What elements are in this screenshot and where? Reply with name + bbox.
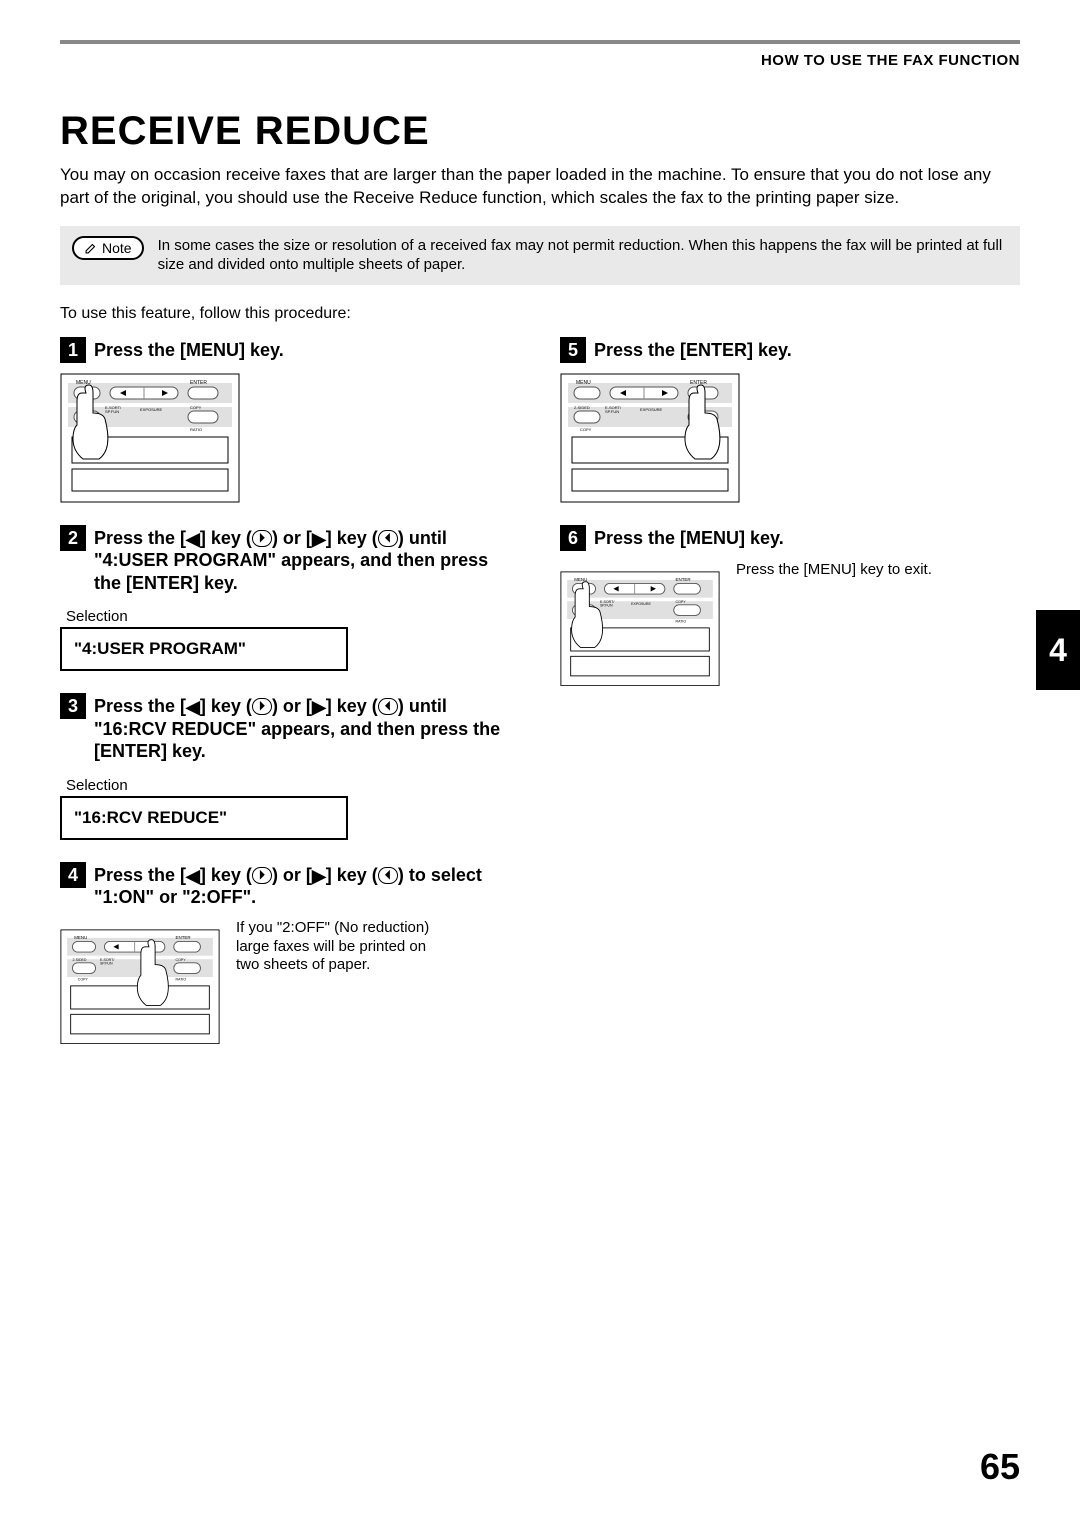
step-number: 4 [60,862,86,888]
step-title: Press the [◀] key (⏵) or [▶] key (⏴) unt… [94,525,520,595]
svg-text:EXPOSURE: EXPOSURE [640,407,663,412]
step-number: 5 [560,337,586,363]
right-column: 5 Press the [ENTER] key. MENU ENT [560,337,1020,1067]
svg-text:COPY: COPY [176,958,187,962]
right-arrow-icon: ▶ [312,528,326,551]
svg-text:2-SIDED: 2-SIDED [72,958,86,962]
right-arrow-icon: ▶ [312,696,326,719]
selection-label: Selection [66,608,520,625]
key-icon: ⏵ [252,867,272,884]
page-title: RECEIVE REDUCE [60,109,1020,154]
page-number: 65 [980,1446,1020,1488]
key-icon: ⏵ [252,530,272,547]
step-title: Press the [MENU] key. [594,525,784,550]
enter-label: ENTER [190,380,207,386]
note-text: In some cases the size or resolution of … [158,236,1008,275]
step-5: 5 Press the [ENTER] key. MENU ENT [560,337,1020,503]
step-3: 3 Press the [◀] key (⏵) or [▶] key (⏴) u… [60,693,520,840]
chapter-tab: 4 [1036,610,1080,690]
lead-text: To use this feature, follow this procedu… [60,305,1020,323]
svg-text:EXPOSURE: EXPOSURE [140,407,163,412]
control-panel-illustration: MENU ENTER COPY RATIO E-SORT/ SP.FUN EXP… [560,571,720,687]
left-column: 1 Press the [MENU] key. [60,337,520,1067]
svg-text:SP.FUN: SP.FUN [100,961,113,965]
intro-text: You may on occasion receive faxes that a… [60,164,1020,210]
step-side-text: If you "2:OFF" (No reduction) large faxe… [236,919,436,975]
svg-text:MENU: MENU [74,935,87,940]
svg-text:RATIO: RATIO [676,619,687,623]
svg-text:ENTER: ENTER [676,577,691,582]
step-title: Press the [◀] key (⏵) or [▶] key (⏴) unt… [94,693,520,763]
note-label-text: Note [102,240,132,256]
key-icon: ⏴ [378,530,398,547]
step-number: 2 [60,525,86,551]
step-6: 6 Press the [MENU] key. [560,525,1020,687]
right-arrow-icon: ▶ [312,865,326,888]
step-2: 2 Press the [◀] key (⏵) or [▶] key (⏴) u… [60,525,520,672]
svg-text:ENTER: ENTER [176,935,191,940]
svg-text:RATIO: RATIO [190,427,202,432]
left-arrow-icon: ◀ [186,528,200,551]
left-arrow-icon: ◀ [186,696,200,719]
step-title: Press the [MENU] key. [94,337,284,362]
svg-text:EXPOSURE: EXPOSURE [631,602,651,606]
control-panel-illustration: MENU ENTER COPY RATIO E-SORT/ SP.FUN EXP… [60,373,240,503]
lcd-display: "16:RCV REDUCE" [60,796,348,840]
step-1: 1 Press the [MENU] key. [60,337,520,503]
step-side-text: Press the [MENU] key to exit. [736,561,932,580]
svg-text:COPY: COPY [676,600,687,604]
step-title: Press the [ENTER] key. [594,337,792,362]
key-icon: ⏴ [378,698,398,715]
svg-text:COPY: COPY [580,427,592,432]
left-arrow-icon: ◀ [186,865,200,888]
control-panel-illustration: MENU ENTER 2-SIDED COPY E-SORT/ SP.FUN E… [560,373,740,503]
svg-text:COPY: COPY [190,405,202,410]
pencil-icon [84,241,98,255]
svg-text:RATIO: RATIO [176,977,187,981]
step-4: 4 Press the [◀] key (⏵) or [▶] key (⏴) t… [60,862,520,1045]
step-number: 3 [60,693,86,719]
key-icon: ⏴ [378,867,398,884]
svg-text:MENU: MENU [574,577,587,582]
key-icon: ⏵ [252,698,272,715]
svg-text:2-SIDED: 2-SIDED [574,405,590,410]
breadcrumb: HOW TO USE THE FAX FUNCTION [60,40,1020,69]
lcd-display: "4:USER PROGRAM" [60,627,348,671]
svg-text:COPY: COPY [78,977,89,981]
note-label: Note [72,236,144,260]
step-number: 1 [60,337,86,363]
svg-text:SP.FUN: SP.FUN [105,409,119,414]
svg-text:SP.FUN: SP.FUN [605,409,619,414]
svg-text:MENU: MENU [576,380,591,386]
selection-label: Selection [66,777,520,794]
step-number: 6 [560,525,586,551]
step-title: Press the [◀] key (⏵) or [▶] key (⏴) to … [94,862,520,909]
svg-text:SP.FUN: SP.FUN [600,603,613,607]
control-panel-illustration: MENU ENTER 2-SIDED COPY E-SORT/ SP.FUN C… [60,929,220,1045]
note-box: Note In some cases the size or resolutio… [60,226,1020,285]
